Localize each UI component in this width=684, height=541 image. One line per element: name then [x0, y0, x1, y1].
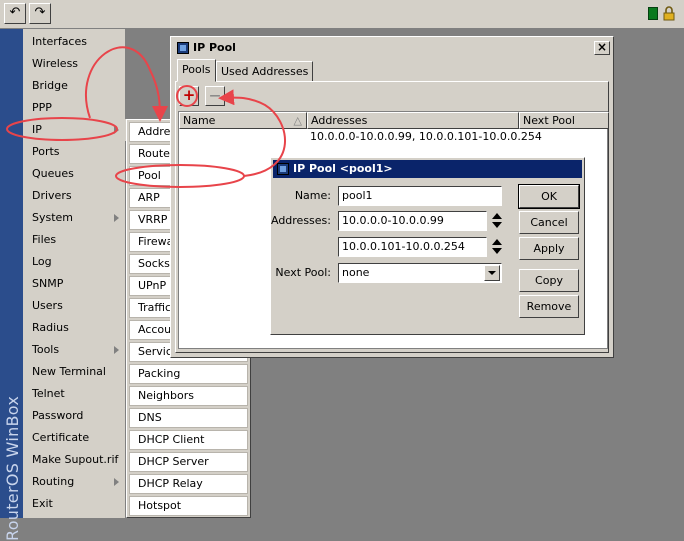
ip-pool-titlebar[interactable]: IP Pool: [173, 39, 611, 57]
down-arrow-icon: [492, 248, 502, 254]
menu-item-queues[interactable]: Queues: [23, 163, 126, 185]
pool-addresses-cell: 10.0.0.0-10.0.0.99, 10.0.0.101-10.0.0.25…: [310, 130, 542, 143]
plus-icon: +: [182, 86, 196, 104]
address-2-add-remove-stepper[interactable]: [491, 237, 503, 257]
close-icon: ×: [596, 40, 608, 54]
submenu-item-dhcp-relay[interactable]: DHCP Relay: [129, 474, 248, 494]
address-field-2[interactable]: 10.0.0.101-10.0.0.254: [338, 237, 487, 257]
submenu-arrow-icon: [114, 126, 119, 134]
dialog-titlebar[interactable]: IP Pool <pool1>: [273, 160, 582, 178]
main-menu: Interfaces Wireless Bridge PPP IP Ports …: [23, 29, 126, 518]
submenu-arrow-icon: [114, 214, 119, 222]
undo-icon: ↶: [9, 5, 21, 20]
menu-item-drivers[interactable]: Drivers: [23, 185, 126, 207]
menu-item-routing[interactable]: Routing: [23, 471, 126, 493]
menu-item-password[interactable]: Password: [23, 405, 126, 427]
menu-item-radius[interactable]: Radius: [23, 317, 126, 339]
name-field[interactable]: pool1: [338, 186, 502, 206]
menu-item-ports[interactable]: Ports: [23, 141, 126, 163]
menu-item-ip[interactable]: IP: [23, 119, 126, 141]
menu-item-certificate[interactable]: Certificate: [23, 427, 126, 449]
menu-item-interfaces[interactable]: Interfaces: [23, 31, 126, 53]
main-toolbar: ↶ ↷: [0, 0, 684, 29]
apply-button[interactable]: Apply: [519, 237, 579, 260]
pool-name-cell: [179, 129, 307, 145]
menu-item-make-supout[interactable]: Make Supout.rif: [23, 449, 126, 471]
submenu-item-dhcp-client[interactable]: DHCP Client: [129, 430, 248, 450]
remove-pool-button[interactable]: —: [205, 86, 225, 106]
next-pool-label: Next Pool:: [275, 266, 331, 279]
submenu-item-dhcp-server[interactable]: DHCP Server: [129, 452, 248, 472]
address-field-1[interactable]: 10.0.0.0-10.0.0.99: [338, 211, 487, 231]
addresses-label: Addresses:: [270, 214, 331, 227]
menu-item-new-terminal[interactable]: New Terminal: [23, 361, 126, 383]
submenu-arrow-icon: [114, 478, 119, 486]
copy-button[interactable]: Copy: [519, 269, 579, 292]
next-pool-select[interactable]: none: [338, 263, 502, 283]
menu-item-exit[interactable]: Exit: [23, 493, 126, 515]
remove-button[interactable]: Remove: [519, 295, 579, 318]
submenu-item-hotspot[interactable]: Hotspot: [129, 496, 248, 516]
connection-status-icon: [648, 7, 658, 20]
down-arrow-icon: [492, 222, 502, 228]
redo-button[interactable]: ↷: [29, 3, 51, 24]
lock-icon: [663, 6, 675, 21]
tab-pools[interactable]: Pools: [177, 59, 216, 82]
submenu-item-packing[interactable]: Packing: [129, 364, 248, 384]
submenu-item-dns[interactable]: DNS: [129, 408, 248, 428]
minus-icon: —: [209, 89, 221, 102]
menu-item-bridge[interactable]: Bridge: [23, 75, 126, 97]
chevron-down-icon[interactable]: [484, 265, 500, 281]
brand-band: RouterOS WinBox: [0, 29, 23, 541]
winbox-window-icon: [277, 163, 289, 175]
menu-item-ppp[interactable]: PPP: [23, 97, 126, 119]
ip-pool-edit-dialog: IP Pool <pool1> Name: pool1 Addresses: 1…: [270, 157, 585, 335]
menu-item-files[interactable]: Files: [23, 229, 126, 251]
winbox-window-icon: [177, 42, 189, 54]
ip-pool-title: IP Pool: [193, 41, 236, 54]
ip-pool-close-button[interactable]: ×: [594, 41, 610, 55]
add-pool-button[interactable]: +: [179, 86, 199, 106]
brand-text: RouterOS WinBox: [3, 395, 22, 541]
menu-item-system[interactable]: System: [23, 207, 126, 229]
menu-item-snmp[interactable]: SNMP: [23, 273, 126, 295]
submenu-item-neighbors[interactable]: Neighbors: [129, 386, 248, 406]
cancel-button[interactable]: Cancel: [519, 211, 579, 234]
menu-item-users[interactable]: Users: [23, 295, 126, 317]
pool-next-pool-cell: [519, 129, 609, 145]
up-arrow-icon: [492, 239, 502, 245]
tab-used-addresses[interactable]: Used Addresses: [216, 61, 314, 82]
address-1-add-remove-stepper[interactable]: [491, 211, 503, 231]
up-arrow-icon: [492, 213, 502, 219]
ok-button[interactable]: OK: [518, 184, 580, 209]
menu-item-log[interactable]: Log: [23, 251, 126, 273]
name-label: Name:: [294, 189, 331, 202]
menu-item-telnet[interactable]: Telnet: [23, 383, 126, 405]
undo-button[interactable]: ↶: [4, 3, 26, 24]
menu-item-wireless[interactable]: Wireless: [23, 53, 126, 75]
redo-icon: ↷: [34, 5, 46, 20]
submenu-arrow-icon: [114, 346, 119, 354]
dialog-title: IP Pool <pool1>: [293, 162, 393, 175]
table-row[interactable]: 10.0.0.0-10.0.0.99, 10.0.0.101-10.0.0.25…: [179, 112, 607, 146]
menu-item-tools[interactable]: Tools: [23, 339, 126, 361]
